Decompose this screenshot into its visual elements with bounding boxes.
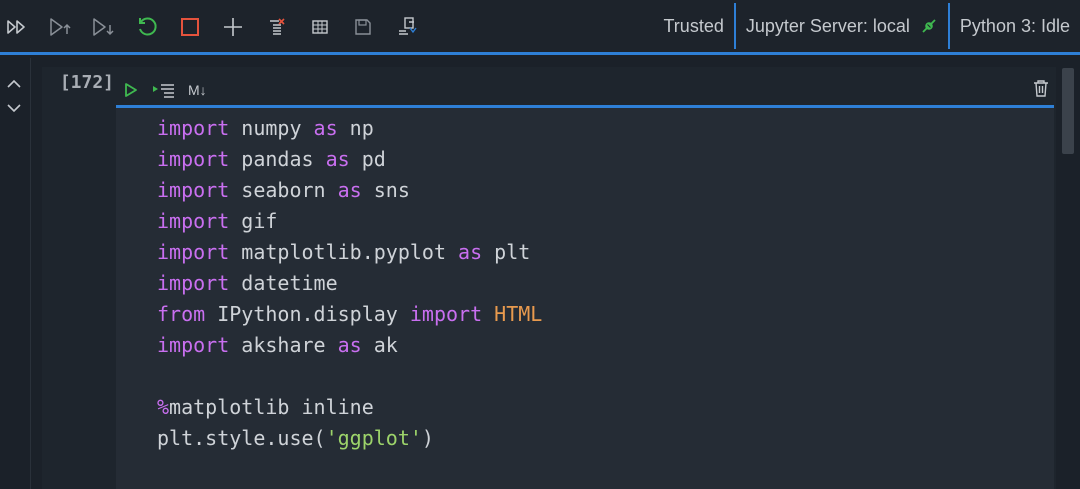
jupyter-server-status[interactable]: Jupyter Server: local <box>736 0 948 52</box>
notebook-toolbar: Trusted Jupyter Server: local Python 3: … <box>0 0 1080 55</box>
code-line: from IPython.display import HTML <box>157 299 542 330</box>
code-token: np <box>337 116 374 140</box>
run-by-line-icon[interactable] <box>152 78 176 102</box>
code-content[interactable]: import numpy as np import pandas as pd imp… <box>157 113 542 454</box>
code-token: 'ggplot' <box>325 426 422 450</box>
run-above-icon[interactable] <box>45 12 75 42</box>
cell-toolbar: M↓ <box>116 74 1054 106</box>
run-below-icon[interactable] <box>88 12 118 42</box>
code-line: import pandas as pd <box>157 144 542 175</box>
code-line: import seaborn as sns <box>157 175 542 206</box>
code-token: as <box>337 333 362 357</box>
code-token: matplotlib inline <box>169 395 374 419</box>
code-token: akshare <box>229 333 338 357</box>
execution-count: [172] <box>59 72 114 93</box>
markdown-toggle-button[interactable]: M↓ <box>188 78 207 102</box>
code-line: plt.style.use('ggplot') <box>157 423 542 454</box>
code-line: import matplotlib.pyplot as plt <box>157 237 542 268</box>
trusted-status[interactable]: Trusted <box>653 0 733 52</box>
save-icon[interactable] <box>348 12 378 42</box>
kernel-status[interactable]: Python 3: Idle <box>950 0 1080 52</box>
code-token: % <box>157 395 170 419</box>
trash-icon[interactable] <box>1030 77 1052 99</box>
interrupt-kernel-icon[interactable] <box>175 12 205 42</box>
code-token: matplotlib.pyplot <box>229 240 459 264</box>
code-token: ak <box>361 333 398 357</box>
chevron-down-icon[interactable] <box>4 98 24 118</box>
code-token: as <box>313 116 338 140</box>
code-line: import akshare as ak <box>157 330 542 361</box>
code-token: import <box>157 333 230 357</box>
code-token: import <box>157 116 230 140</box>
cell-gutter <box>0 58 31 489</box>
run-all-icon[interactable] <box>2 12 32 42</box>
add-cell-icon[interactable] <box>218 12 248 42</box>
code-token: import <box>157 178 230 202</box>
play-icon[interactable] <box>124 78 138 102</box>
code-token: as <box>458 240 483 264</box>
restart-kernel-icon[interactable] <box>132 12 162 42</box>
code-token: as <box>325 147 350 171</box>
code-token: plt.style.use( <box>157 426 326 450</box>
code-token: from <box>157 302 206 326</box>
clear-outputs-icon[interactable] <box>262 12 292 42</box>
code-token: import <box>157 240 230 264</box>
code-line: %matplotlib inline <box>157 392 542 423</box>
code-token: gif <box>229 209 278 233</box>
code-line: import numpy as np <box>157 113 542 144</box>
variables-icon[interactable] <box>305 12 335 42</box>
code-token: as <box>337 178 362 202</box>
code-token: seaborn <box>229 178 338 202</box>
code-token: numpy <box>229 116 314 140</box>
code-token: import <box>157 271 230 295</box>
code-token: ) <box>421 426 434 450</box>
code-line: import gif <box>157 206 542 237</box>
code-token: HTML <box>494 302 543 326</box>
export-icon[interactable] <box>392 12 422 42</box>
code-token: datetime <box>229 271 338 295</box>
chevron-up-icon[interactable] <box>4 74 24 94</box>
status-area: Trusted Jupyter Server: local Python 3: … <box>653 0 1080 52</box>
code-token: import <box>157 209 230 233</box>
jupyter-server-label: Jupyter Server: local <box>745 15 910 36</box>
scrollbar-thumb[interactable] <box>1062 68 1074 154</box>
code-token: sns <box>361 178 410 202</box>
code-token: pd <box>349 147 386 171</box>
code-token: pandas <box>229 147 326 171</box>
plug-connected-icon <box>920 17 938 35</box>
code-token: import <box>409 302 483 326</box>
code-token: import <box>157 147 230 171</box>
code-line: import datetime <box>157 268 542 299</box>
code-token: IPython.display <box>205 302 410 326</box>
code-token: plt <box>482 240 531 264</box>
